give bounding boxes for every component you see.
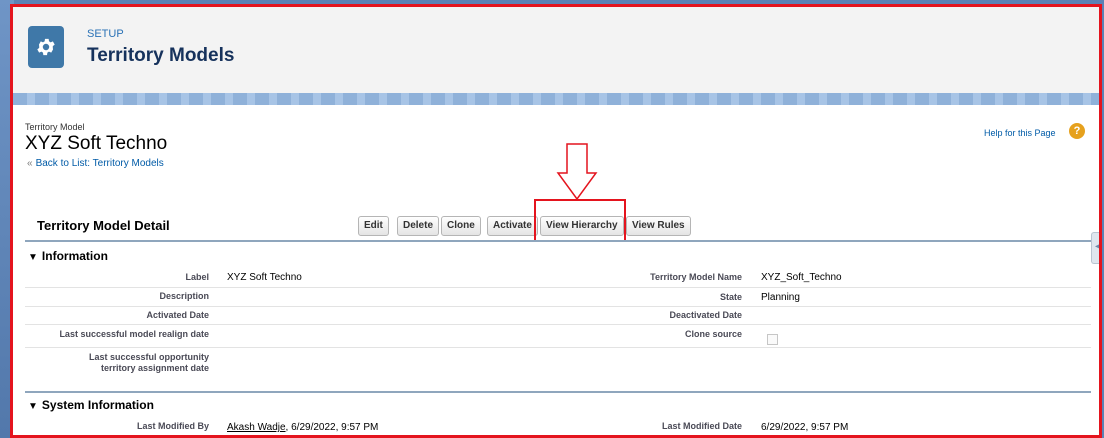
clone-source-label: Clone source: [684, 329, 742, 339]
view-rules-button[interactable]: View Rules: [626, 216, 691, 236]
detail-section-title: Territory Model Detail: [37, 218, 170, 233]
last-modified-by-value: Akash Wadje, 6/29/2022, 9:57 PM: [227, 422, 378, 433]
row-divider: [25, 306, 1091, 307]
model-name-field-label: Territory Model Name: [650, 272, 742, 282]
activate-button[interactable]: Activate: [487, 216, 538, 236]
down-arrow-icon: [556, 143, 598, 201]
last-modified-by-date: , 6/29/2022, 9:57 PM: [285, 422, 379, 433]
gear-icon: [28, 26, 64, 68]
row-divider: [25, 287, 1091, 288]
record-title: XYZ Soft Techno: [25, 133, 168, 154]
delete-button[interactable]: Delete: [397, 216, 440, 236]
opportunity-label-line-2: territory assignment date: [100, 363, 209, 373]
system-title: System Information: [41, 398, 154, 412]
clone-button[interactable]: Clone: [441, 216, 481, 236]
collapse-triangle-icon: ▼: [28, 401, 38, 412]
highlight-box: [534, 199, 626, 242]
main-panel: SETUP Territory Models Territory Model X…: [10, 4, 1102, 438]
help-link[interactable]: Help for this Page: [984, 128, 1056, 138]
back-to-list-label: Back to List: Territory Models: [35, 158, 164, 169]
state-field-label: State: [719, 292, 742, 302]
description-field-label: Description: [159, 291, 209, 301]
last-modified-date-value: 6/29/2022, 9:57 PM: [761, 422, 849, 433]
back-chevron-icon: «: [27, 158, 33, 169]
model-name-field-value: XYZ_Soft_Techno: [761, 272, 842, 283]
user-link[interactable]: Akash Wadje: [227, 422, 286, 433]
row-divider: [25, 324, 1091, 325]
sidebar-collapse-handle[interactable]: ◀: [1091, 232, 1102, 264]
setup-header: SETUP Territory Models: [13, 7, 1099, 94]
opportunity-assignment-date-label: Last successful opportunity territory as…: [89, 352, 209, 374]
system-section-header[interactable]: ▼ System Information: [28, 398, 154, 412]
record-type-label: Territory Model: [25, 122, 85, 132]
state-field-value: Planning: [761, 292, 800, 303]
collapse-triangle-icon: ▼: [28, 252, 38, 263]
deactivated-date-label: Deactivated Date: [669, 310, 742, 320]
row-divider: [25, 347, 1091, 348]
detail-divider: [25, 240, 1091, 242]
page-title: Territory Models: [87, 45, 235, 66]
last-modified-by-label: Last Modified By: [136, 421, 209, 431]
label-field-label: Label: [185, 272, 209, 282]
back-to-list-link[interactable]: «Back to List: Territory Models: [27, 158, 164, 169]
setup-breadcrumb[interactable]: SETUP: [87, 28, 124, 40]
information-section-header[interactable]: ▼ Information: [28, 249, 108, 263]
opportunity-label-line-1: Last successful opportunity: [88, 352, 209, 362]
information-title: Information: [41, 249, 108, 263]
chevron-left-icon: ◀: [1095, 241, 1102, 252]
realign-date-label: Last successful model realign date: [59, 329, 209, 339]
activated-date-label: Activated Date: [146, 310, 209, 320]
clone-source-checkbox: [767, 334, 778, 345]
question-icon[interactable]: ?: [1069, 123, 1085, 139]
last-modified-date-label: Last Modified Date: [661, 421, 742, 431]
system-divider: [25, 391, 1091, 393]
label-field-value: XYZ Soft Techno: [227, 272, 302, 283]
edit-button[interactable]: Edit: [358, 216, 389, 236]
header-decorative-band: [13, 93, 1099, 105]
